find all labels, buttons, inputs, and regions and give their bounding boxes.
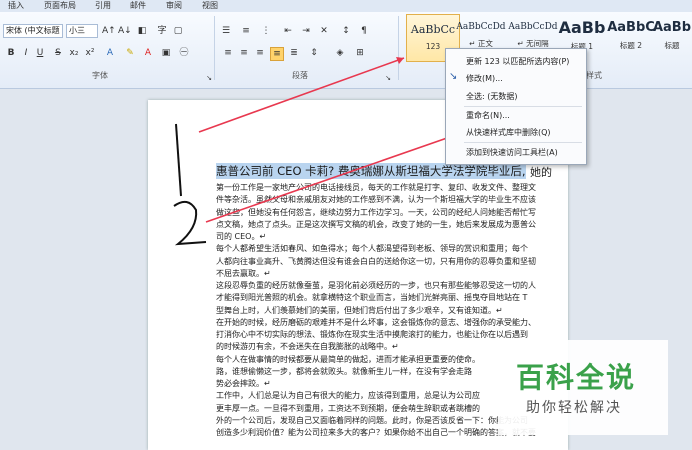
menu-add-to-quick-access[interactable]: 添加到快速访问工具栏(A) bbox=[466, 147, 558, 158]
group-divider bbox=[398, 16, 399, 80]
style-context-menu: ↘ 更新 123 以匹配所选内容(P) 修改(M)... 全选: (无数据) 重… bbox=[445, 48, 587, 165]
document-line: 第一份工作是一家地产公司的电话接线员，每天的工作就是打字、复印、收发文件、整理文 bbox=[216, 183, 536, 192]
multilevel-list-icon[interactable]: ⋮ bbox=[260, 25, 272, 37]
grow-font-icon[interactable]: A↑ bbox=[102, 25, 116, 37]
italic-icon[interactable]: I bbox=[20, 47, 32, 59]
highlight-icon[interactable]: ✎ bbox=[124, 47, 136, 59]
document-line: 不屈去赢取。↵ bbox=[216, 268, 271, 278]
styles-group-label: 样式 bbox=[586, 71, 602, 80]
style-sample: AaBbC bbox=[607, 20, 655, 35]
watermark-subtitle: 助你轻松解决 bbox=[526, 400, 622, 416]
bullets-icon[interactable]: ☰ bbox=[220, 25, 232, 37]
modify-style-icon: ↘ bbox=[449, 71, 458, 82]
style-sample: AaBbCcDd bbox=[456, 22, 506, 32]
document-line: 才能得到阳光普照的机会。就拿横特这个职业而言，当她们光鲜亮丽、摇曳夺目地站在 T bbox=[216, 293, 528, 303]
show-marks-icon[interactable]: ¶ bbox=[358, 25, 370, 37]
document-line: 每个人都希望生活如春风、如鱼得水；每个人都渴望得到老板、领导的赏识和重用；每个 bbox=[216, 244, 528, 254]
align-center-icon[interactable]: ≡ bbox=[238, 47, 250, 59]
tab-references[interactable]: 引用 bbox=[95, 0, 111, 12]
document-line: 做这些，但她没有任何怨言，继续边努力工作边学习。一天，公司的经纪人问她能否帮忙写 bbox=[216, 207, 536, 217]
underline-icon[interactable]: U bbox=[34, 47, 46, 59]
chinese-layout-icon[interactable]: ✕ bbox=[318, 25, 330, 37]
style-sample: AaBbCc bbox=[410, 23, 456, 36]
line-spacing-icon[interactable]: ⇕ bbox=[308, 47, 320, 59]
menu-divider bbox=[464, 142, 582, 143]
menu-rename[interactable]: 重命名(N)... bbox=[466, 110, 510, 121]
strikethrough-icon[interactable]: S bbox=[52, 47, 64, 59]
phonetic-icon[interactable]: 字 bbox=[156, 25, 168, 37]
increase-indent-icon[interactable]: ⇥ bbox=[300, 25, 312, 37]
tab-insert[interactable]: 插入 bbox=[8, 0, 24, 12]
menu-divider bbox=[464, 106, 582, 107]
paragraph-dialog-launcher-icon[interactable]: ↘ bbox=[382, 72, 394, 84]
document-line: 这段忍辱负重的经历就像蚕茧，是羽化前必须经历的一步，也只有那些能够忍受这一切的人 bbox=[216, 281, 536, 290]
style-sample: AaBbCcDd bbox=[508, 22, 558, 32]
shading-icon[interactable]: ◈ bbox=[334, 47, 346, 59]
align-left-icon[interactable]: ≡ bbox=[222, 47, 234, 59]
tab-view[interactable]: 视图 bbox=[202, 0, 218, 12]
char-shading-icon[interactable]: ▣ bbox=[160, 47, 172, 59]
font-name-box[interactable]: 宋体 (中文标题 bbox=[3, 24, 63, 38]
tab-review[interactable]: 审阅 bbox=[166, 0, 182, 12]
borders-icon[interactable]: ⊞ bbox=[354, 47, 366, 59]
distribute-icon[interactable]: ≣ bbox=[288, 47, 300, 59]
font-size-box[interactable]: 小三 bbox=[66, 24, 98, 38]
text-effect-icon[interactable]: A bbox=[104, 47, 116, 59]
document-line: 司的 CEO。↵ bbox=[216, 232, 267, 241]
document-line: 人都向往事业高升、飞黄腾达但没有谁会白白的送给你这一切，只有用你的忍辱负重和坚韧 bbox=[216, 256, 536, 266]
menu-update-style[interactable]: 更新 123 以匹配所选内容(P) bbox=[466, 56, 569, 67]
font-color-icon[interactable]: A bbox=[142, 47, 154, 59]
document-title-tail: 她的 bbox=[530, 166, 552, 179]
subscript-icon[interactable]: x₂ bbox=[68, 47, 80, 59]
font-group-label: 字体 bbox=[92, 71, 108, 80]
style-title[interactable]: AaBb 标题 bbox=[652, 14, 692, 60]
tab-page-layout[interactable]: 页面布局 bbox=[44, 0, 76, 12]
document-line: 在开始的时候，经历磨砺的艰难并不是什么坏事，这会锻炼你的意志、增强你的承受能力、 bbox=[216, 317, 536, 327]
style-name: 标题 bbox=[664, 41, 680, 50]
style-sample: AaBb bbox=[652, 20, 692, 35]
align-right-icon[interactable]: ≡ bbox=[254, 47, 266, 59]
document-line: 型舞台上时，人们羡慕她们的美丽，但她们背后付出了多少艰辛，又有谁知道。↵ bbox=[216, 305, 503, 315]
group-divider bbox=[214, 16, 215, 80]
document-title-selected[interactable]: 惠普公司前 CEO 卡莉? 费奥瑞娜从斯坦福大学法学院毕业后, bbox=[216, 163, 526, 179]
sort-icon[interactable]: ↕ bbox=[340, 25, 352, 37]
style-name: 标题 2 bbox=[619, 41, 643, 50]
enclose-char-icon[interactable]: ㊀ bbox=[178, 47, 190, 59]
shrink-font-icon[interactable]: A↓ bbox=[118, 25, 132, 37]
style-heading-2[interactable]: AaBbC 标题 2 bbox=[605, 14, 657, 60]
watermark-logo: 百科全说 助你轻松解决 bbox=[498, 340, 668, 435]
paragraph-group-label: 段落 bbox=[292, 71, 308, 80]
justify-icon[interactable]: ≡ bbox=[270, 47, 284, 61]
superscript-icon[interactable]: x² bbox=[84, 47, 96, 59]
bold-icon[interactable]: B bbox=[5, 47, 17, 59]
numbering-icon[interactable]: ≡ bbox=[240, 25, 252, 37]
decrease-indent-icon[interactable]: ⇤ bbox=[282, 25, 294, 37]
char-border-icon[interactable]: ▢ bbox=[172, 25, 184, 37]
document-line: 点文稿，她点了点头。正是这次撰写文稿的机会，改变了她的一生，她后来发展成为惠普公 bbox=[216, 219, 536, 229]
document-line: 件等杂活。虽然父母和亲戚朋友对她的工作感到不满，认为一个斯坦福大学的毕业生不应该 bbox=[216, 195, 536, 205]
menu-select-all[interactable]: 全选: (无数据) bbox=[466, 91, 517, 102]
watermark-title: 百科全说 bbox=[516, 361, 637, 394]
clear-format-icon[interactable]: ◧ bbox=[136, 25, 148, 37]
menu-remove-from-gallery[interactable]: 从快速样式库中删除(Q) bbox=[466, 127, 551, 138]
menu-modify[interactable]: 修改(M)... bbox=[466, 73, 503, 84]
tab-mailings[interactable]: 邮件 bbox=[130, 0, 146, 12]
ribbon-tab-bar: 插入 页面布局 引用 邮件 审阅 视图 bbox=[0, 0, 692, 12]
style-sample: AaBb bbox=[558, 18, 606, 37]
